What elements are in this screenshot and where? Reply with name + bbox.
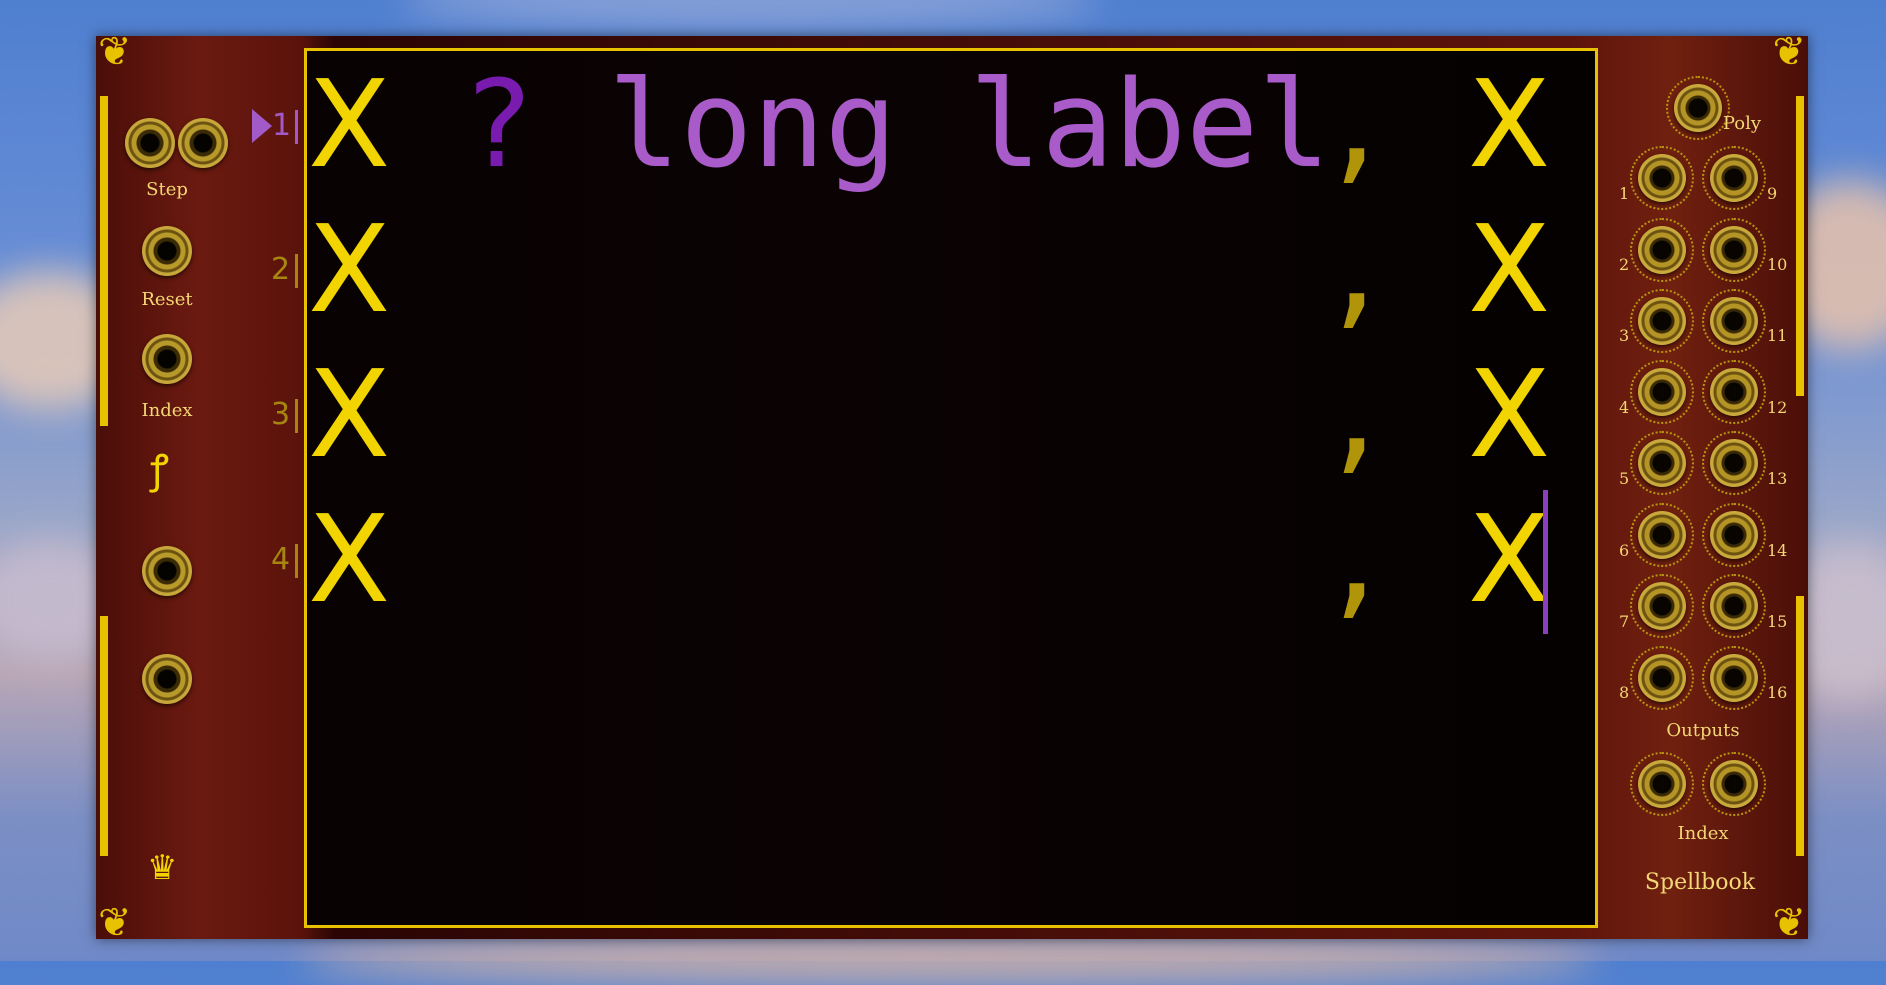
step-jack-1[interactable] [125, 118, 175, 168]
output-number: 13 [1767, 469, 1788, 488]
row-4-right-value[interactable]: X [1468, 501, 1550, 621]
sigil-icon: ꝭ [150, 447, 169, 493]
output-number: 9 [1767, 184, 1778, 203]
index-label: Index [141, 400, 193, 421]
row-1-right-value[interactable]: X [1468, 66, 1550, 186]
index-out-jack-2[interactable] [1702, 752, 1766, 816]
output-jack-9[interactable] [1702, 146, 1766, 210]
output-jack-7[interactable] [1630, 574, 1694, 638]
aux-jack-1[interactable] [142, 546, 192, 596]
output-jack-4[interactable] [1630, 360, 1694, 424]
row-marker-1 [295, 110, 298, 144]
row-3-right-value[interactable]: X [1468, 356, 1550, 476]
step-label: Step [146, 179, 188, 200]
output-number: 10 [1767, 255, 1788, 274]
row-3-comma: , [1320, 346, 1393, 485]
cloud [300, 935, 1600, 985]
play-indicator-icon [252, 109, 272, 143]
row-marker-3 [295, 399, 298, 433]
reset-jack[interactable] [142, 226, 192, 276]
output-jack-11[interactable] [1702, 289, 1766, 353]
left-edge [100, 96, 108, 426]
spellbook-logo-icon: ♛ [147, 848, 178, 888]
row-marker-4 [295, 544, 298, 578]
output-jack-2[interactable] [1630, 218, 1694, 282]
row-marker-2 [295, 254, 298, 288]
row-1-left-value[interactable]: X [308, 66, 390, 186]
output-jack-5[interactable] [1630, 431, 1694, 495]
output-number: 4 [1619, 398, 1630, 417]
row-2-left-value[interactable]: X [308, 211, 390, 331]
row-4-comma: , [1320, 491, 1393, 630]
poly-label: Poly [1722, 113, 1762, 134]
ornament-icon: ❦ [1772, 29, 1806, 75]
output-number: 1 [1619, 184, 1630, 203]
output-jack-1[interactable] [1630, 146, 1694, 210]
ornament-icon: ❦ [98, 29, 132, 75]
cloud [400, 0, 1100, 30]
right-edge [1796, 96, 1804, 396]
output-jack-16[interactable] [1702, 646, 1766, 710]
output-number: 16 [1767, 683, 1788, 702]
module-title: Spellbook [1644, 870, 1756, 895]
output-jack-15[interactable] [1702, 574, 1766, 638]
row-number-4: 4 [271, 542, 291, 577]
row-1-label: long label [608, 56, 1331, 195]
output-jack-3[interactable] [1630, 289, 1694, 353]
row-number-3: 3 [271, 397, 291, 432]
row-3-left-value[interactable]: X [308, 356, 390, 476]
outputs-label: Outputs [1666, 720, 1740, 741]
output-number: 3 [1619, 326, 1630, 345]
output-number: 8 [1619, 683, 1630, 702]
row-2-comma: , [1320, 201, 1393, 340]
output-number: 11 [1767, 326, 1788, 345]
output-number: 5 [1619, 469, 1630, 488]
output-jack-12[interactable] [1702, 360, 1766, 424]
output-jack-13[interactable] [1702, 431, 1766, 495]
right-edge [1796, 596, 1804, 856]
output-number: 2 [1619, 255, 1630, 274]
row-1-question: ? [462, 56, 535, 195]
index-out-jack-1[interactable] [1630, 752, 1694, 816]
row-1-comma: , [1320, 56, 1393, 195]
row-2-right-value[interactable]: X [1468, 211, 1550, 331]
output-jack-14[interactable] [1702, 503, 1766, 567]
aux-jack-2[interactable] [142, 654, 192, 704]
ornament-icon: ❦ [98, 900, 132, 946]
step-jack-2[interactable] [178, 118, 228, 168]
left-edge [100, 616, 108, 856]
reset-label: Reset [141, 289, 193, 310]
output-jack-8[interactable] [1630, 646, 1694, 710]
output-number: 14 [1767, 541, 1788, 560]
row-number-1: 1 [272, 108, 292, 143]
output-number: 7 [1619, 612, 1630, 631]
row-4-left-value[interactable]: X [308, 501, 390, 621]
output-number: 12 [1767, 398, 1788, 417]
output-number: 15 [1767, 612, 1788, 631]
output-number: 6 [1619, 541, 1630, 560]
index-out-label: Index [1677, 823, 1729, 844]
text-cursor [1543, 490, 1548, 634]
output-jack-6[interactable] [1630, 503, 1694, 567]
ornament-icon: ❦ [1772, 900, 1806, 946]
index-jack[interactable] [142, 334, 192, 384]
output-jack-10[interactable] [1702, 218, 1766, 282]
row-number-2: 2 [271, 252, 291, 287]
